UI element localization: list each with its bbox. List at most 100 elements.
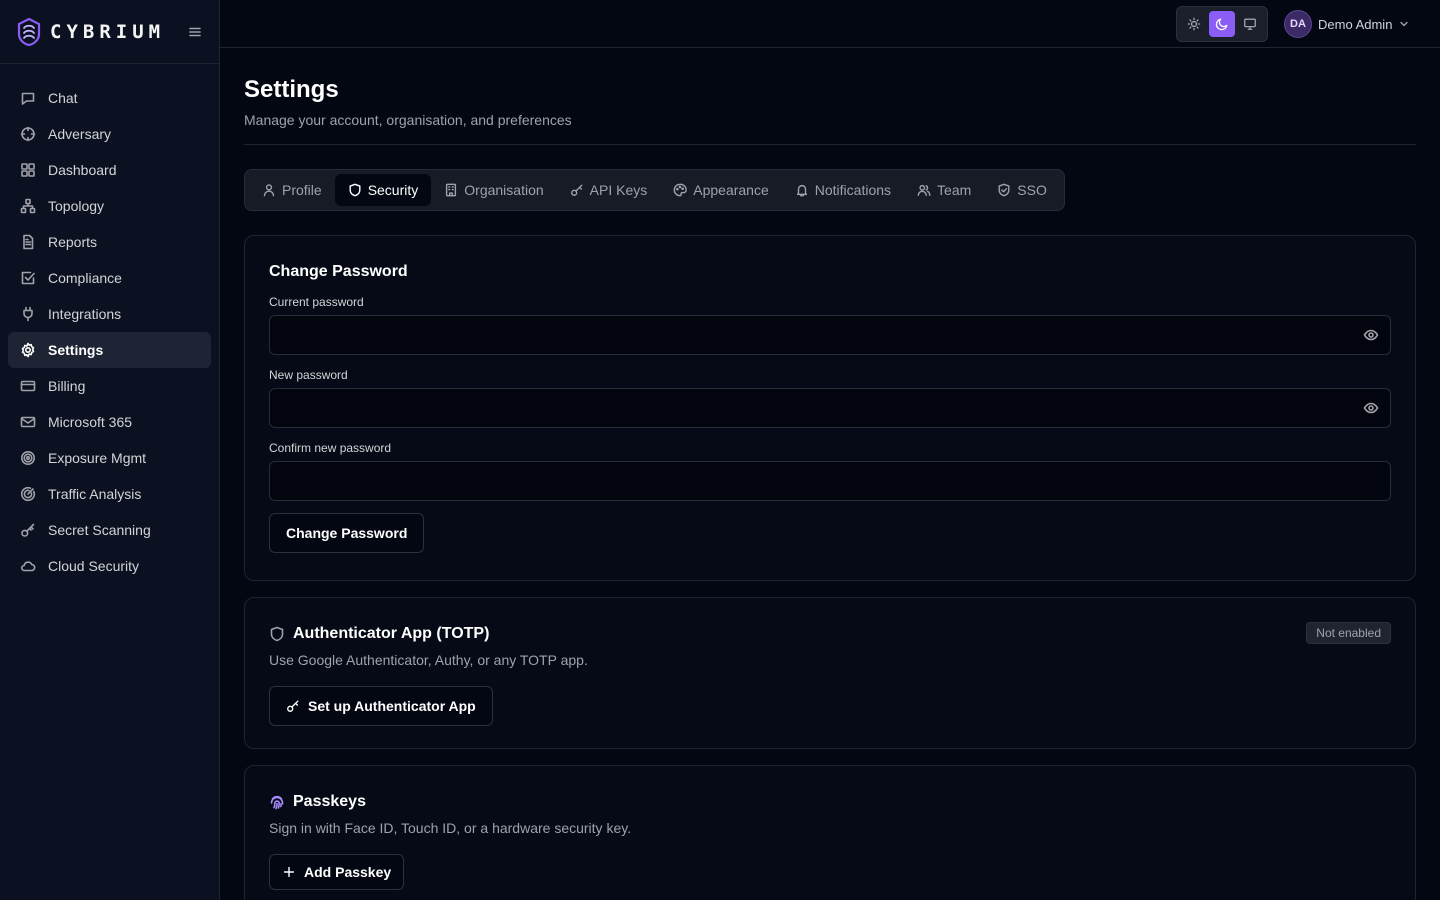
radar-icon (20, 486, 36, 502)
tab-label: Notifications (814, 182, 892, 198)
current-password-input[interactable] (269, 315, 1391, 355)
sidebar-item-microsoft-365[interactable]: Microsoft 365 (8, 404, 211, 440)
sidebar-item-secret-scanning[interactable]: Secret Scanning (8, 512, 211, 548)
sidebar-item-dashboard[interactable]: Dashboard (8, 152, 211, 188)
theme-system-button[interactable] (1237, 11, 1263, 37)
shield-icon (348, 183, 362, 197)
sidebar-item-chat[interactable]: Chat (8, 80, 211, 116)
sidebar-item-label: Exposure Mgmt (48, 450, 147, 466)
key-icon (570, 183, 584, 197)
menu-toggle-icon[interactable] (187, 24, 203, 40)
bell-icon (795, 183, 809, 197)
passkeys-description: Sign in with Face ID, Touch ID, or a har… (269, 820, 632, 836)
sidebar-item-label: Microsoft 365 (48, 414, 133, 430)
key-icon (20, 522, 36, 538)
users-icon (917, 183, 931, 197)
chevron-down-icon (1398, 18, 1410, 30)
tab-sso[interactable]: SSO (984, 174, 1060, 206)
credit-card-icon (20, 378, 36, 394)
tab-security[interactable]: Security (334, 174, 432, 206)
theme-switcher (1176, 6, 1268, 42)
new-password-label: New password (269, 368, 348, 382)
sidebar-item-label: Reports (48, 234, 98, 250)
sidebar-item-label: Compliance (48, 270, 122, 286)
crosshair-icon (20, 126, 36, 142)
page-title: Settings (244, 76, 339, 103)
tab-label: Organisation (464, 182, 544, 198)
sidebar-item-cloud-security[interactable]: Cloud Security (8, 548, 211, 584)
cloud-icon (20, 558, 36, 574)
sidebar-item-exposure-mgmt[interactable]: Exposure Mgmt (8, 440, 211, 476)
user-menu[interactable]: DA Demo Admin (1284, 10, 1410, 38)
totp-title: Authenticator App (TOTP) (293, 625, 490, 642)
page-subtitle: Manage your account, organisation, and p… (244, 112, 572, 128)
cybrium-logo-icon[interactable] (16, 17, 42, 47)
theme-dark-button[interactable] (1209, 11, 1235, 37)
sidebar-item-billing[interactable]: Billing (8, 368, 211, 404)
sidebar-item-settings[interactable]: Settings (8, 332, 211, 368)
setup-authenticator-button[interactable]: Set up Authenticator App (269, 686, 493, 726)
plug-icon (20, 306, 36, 322)
eye-icon[interactable] (1363, 400, 1379, 416)
sidebar-item-reports[interactable]: Reports (8, 224, 211, 260)
passkeys-card: Passkeys Sign in with Face ID, Touch ID,… (244, 765, 1416, 900)
sidebar-item-label: Adversary (48, 126, 112, 142)
tab-label: Profile (282, 182, 322, 198)
tab-profile[interactable]: Profile (249, 174, 335, 206)
new-password-input[interactable] (269, 388, 1391, 428)
sidebar: CYBRIUM Chat Adversary Dashboard Topolog… (0, 0, 220, 900)
new-password-wrapper (269, 388, 1391, 428)
sidebar-item-adversary[interactable]: Adversary (8, 116, 211, 152)
change-password-button[interactable]: Change Password (269, 513, 425, 553)
sun-icon (1187, 17, 1201, 31)
tab-notifications[interactable]: Notifications (782, 174, 904, 206)
sidebar-item-integrations[interactable]: Integrations (8, 296, 211, 332)
sidebar-item-label: Cloud Security (48, 558, 140, 574)
tab-label: SSO (1017, 182, 1047, 198)
tab-team[interactable]: Team (904, 174, 984, 206)
sidebar-item-label: Topology (48, 198, 105, 214)
brand-name: CYBRIUM (50, 20, 166, 43)
sidebar-item-topology[interactable]: Topology (8, 188, 211, 224)
monitor-icon (1244, 18, 1256, 30)
theme-light-button[interactable] (1181, 11, 1207, 37)
setup-authenticator-label: Set up Authenticator App (308, 698, 476, 714)
topbar: DA Demo Admin (220, 0, 1440, 48)
change-password-title: Change Password (269, 263, 408, 280)
eye-icon[interactable] (1363, 327, 1379, 343)
tab-api-keys[interactable]: API Keys (557, 174, 661, 206)
gear-icon (20, 342, 36, 358)
passkeys-title: Passkeys (293, 793, 366, 810)
building-icon (444, 183, 458, 197)
tab-label: API Keys (589, 182, 648, 198)
sidebar-item-label: Chat (48, 90, 78, 106)
shield-icon (269, 626, 285, 642)
confirm-password-wrapper (269, 461, 1391, 501)
confirm-password-label: Confirm new password (269, 441, 392, 455)
sidebar-item-traffic-analysis[interactable]: Traffic Analysis (8, 476, 211, 512)
tab-label: Team (937, 182, 972, 198)
target-icon (20, 450, 36, 466)
brand: CYBRIUM (0, 0, 219, 64)
status-badge: Not enabled (1306, 622, 1391, 644)
tab-label: Appearance (693, 182, 769, 198)
settings-tabs: Profile Security Organisation API Keys A… (244, 169, 1065, 211)
sidebar-item-compliance[interactable]: Compliance (8, 260, 211, 296)
main-content: Settings Manage your account, organisati… (244, 48, 1416, 900)
add-passkey-button[interactable]: Add Passkey (269, 854, 405, 890)
totp-title-row: Authenticator App (TOTP) (269, 622, 1391, 646)
current-password-label: Current password (269, 295, 364, 309)
network-icon (20, 198, 36, 214)
change-password-card: Change Password Current password New pas… (244, 235, 1416, 581)
check-square-icon (20, 270, 36, 286)
confirm-password-input[interactable] (269, 461, 1391, 501)
mail-icon (20, 414, 36, 430)
grid-icon (20, 162, 36, 178)
tab-organisation[interactable]: Organisation (431, 174, 556, 206)
avatar: DA (1284, 10, 1312, 38)
plus-icon (282, 865, 296, 879)
key-icon (286, 699, 300, 713)
sidebar-nav: Chat Adversary Dashboard Topology Report… (0, 64, 219, 584)
tab-appearance[interactable]: Appearance (660, 174, 782, 206)
sidebar-item-label: Traffic Analysis (48, 486, 142, 502)
